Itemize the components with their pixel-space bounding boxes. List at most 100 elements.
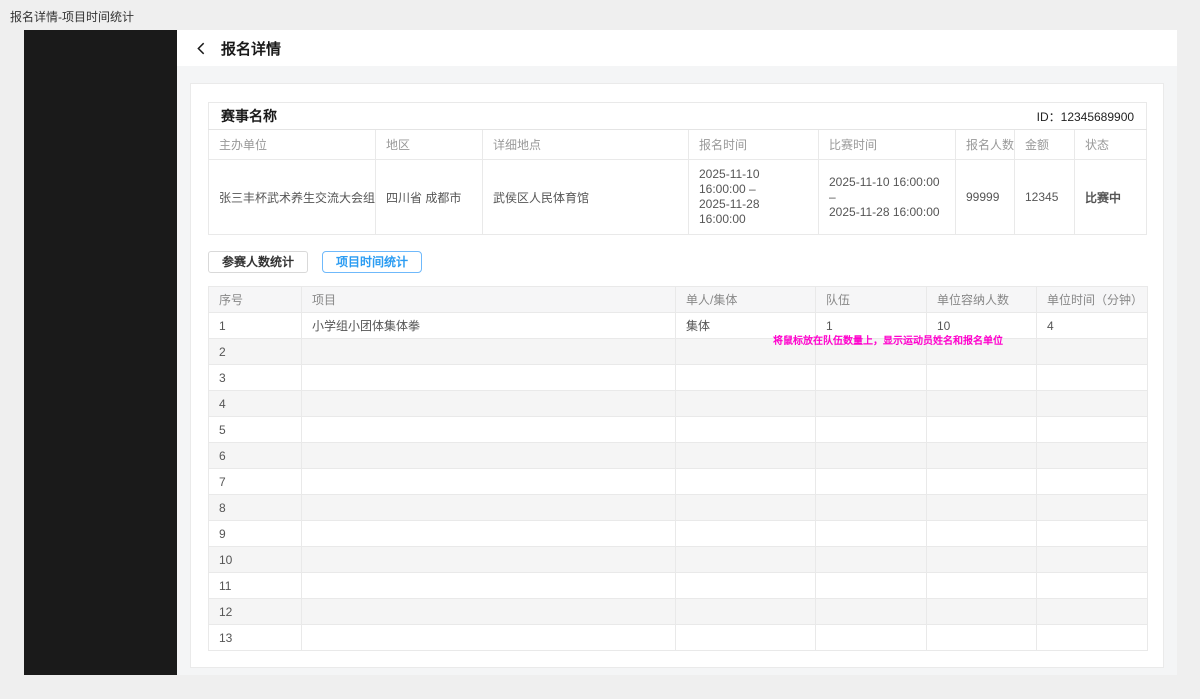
capacity-cell (927, 573, 1037, 599)
capacity-cell (927, 521, 1037, 547)
teams-cell (816, 417, 927, 443)
minutes-cell: 4 (1037, 313, 1148, 339)
capacity-cell (927, 391, 1037, 417)
column-header-teams: 队伍 (816, 287, 927, 313)
table-row: 11 (209, 573, 1148, 599)
index-cell: 7 (209, 469, 302, 495)
back-button[interactable] (194, 41, 209, 56)
signup-time-line2: 2025-11-28 16:00:00 (699, 197, 808, 227)
project-cell (302, 339, 676, 365)
tab-attendance-stats[interactable]: 参赛人数统计 (208, 251, 308, 273)
table-row: 2 (209, 339, 1148, 365)
type-cell (676, 573, 816, 599)
sidebar (24, 30, 177, 675)
capacity-cell (927, 417, 1037, 443)
event-card: 赛事名称 ID：12345689900 主办单位 地区 详细地点 报名时间 比赛… (190, 83, 1164, 668)
column-header-amount: 金额 (1015, 130, 1075, 160)
column-header-status: 状态 (1075, 130, 1147, 160)
capacity-cell (927, 625, 1037, 651)
column-header-match-time: 比赛时间 (819, 130, 956, 160)
capacity-cell (927, 339, 1037, 365)
match-time-line2: 2025-11-28 16:00:00 (829, 205, 945, 220)
match-time-line1: 2025-11-10 16:00:00 – (829, 175, 945, 205)
index-cell: 8 (209, 495, 302, 521)
table-row: 4 (209, 391, 1148, 417)
project-cell (302, 547, 676, 573)
table-row: 3 (209, 365, 1148, 391)
index-cell: 2 (209, 339, 302, 365)
type-cell (676, 443, 816, 469)
minutes-cell (1037, 391, 1148, 417)
signup-time-cell: 2025-11-10 16:00:00 – 2025-11-28 16:00:0… (689, 160, 819, 235)
column-header-signup-time: 报名时间 (689, 130, 819, 160)
event-title: 赛事名称 (221, 106, 277, 126)
event-data-row: 张三丰杯武术养生交流大会组委会 四川省 成都市 武侯区人民体育馆 2025-11… (209, 160, 1147, 235)
project-cell (302, 469, 676, 495)
stats-tabs: 参赛人数统计 项目时间统计 (208, 251, 1146, 273)
type-cell (676, 469, 816, 495)
index-cell: 9 (209, 521, 302, 547)
minutes-cell (1037, 573, 1148, 599)
type-cell (676, 547, 816, 573)
teams-cell (816, 469, 927, 495)
index-cell: 1 (209, 313, 302, 339)
chevron-left-icon (194, 41, 209, 56)
project-cell (302, 417, 676, 443)
teams-cell[interactable]: 1 (816, 313, 927, 339)
minutes-cell (1037, 469, 1148, 495)
event-id-label: ID： (1037, 110, 1061, 124)
project-cell (302, 443, 676, 469)
signup-count-cell: 99999 (956, 160, 1015, 235)
table-row: 12 (209, 599, 1148, 625)
column-header-organizer: 主办单位 (209, 130, 376, 160)
type-cell: 集体 (676, 313, 816, 339)
project-table-body: 1 小学组小团体集体拳 集体 1 10 4 2 3 4 5 6 (209, 313, 1148, 651)
project-table-wrap: 序号 项目 单人/集体 队伍 单位容纳人数 单位时间（分钟） 1 小学组小团体集… (208, 286, 1146, 651)
tab-project-time-stats[interactable]: 项目时间统计 (322, 251, 422, 273)
event-title-row: 赛事名称 ID：12345689900 (209, 103, 1147, 130)
main-content: 报名详情 赛事名称 ID：12345689900 主办单位 地区 详细地点 (177, 30, 1177, 675)
region-cell: 四川省 成都市 (376, 160, 483, 235)
index-cell: 5 (209, 417, 302, 443)
table-row: 13 (209, 625, 1148, 651)
minutes-cell (1037, 339, 1148, 365)
column-header-signup-count: 报名人数 (956, 130, 1015, 160)
index-cell: 4 (209, 391, 302, 417)
type-cell (676, 339, 816, 365)
event-id-value: 12345689900 (1061, 110, 1134, 124)
type-cell (676, 521, 816, 547)
capacity-cell (927, 365, 1037, 391)
column-header-capacity: 单位容纳人数 (927, 287, 1037, 313)
table-row: 1 小学组小团体集体拳 集体 1 10 4 (209, 313, 1148, 339)
index-cell: 11 (209, 573, 302, 599)
type-cell (676, 495, 816, 521)
project-cell (302, 521, 676, 547)
type-cell (676, 625, 816, 651)
index-cell: 10 (209, 547, 302, 573)
minutes-cell (1037, 443, 1148, 469)
table-row: 10 (209, 547, 1148, 573)
table-row: 5 (209, 417, 1148, 443)
minutes-cell (1037, 625, 1148, 651)
column-header-index: 序号 (209, 287, 302, 313)
column-header-venue: 详细地点 (483, 130, 689, 160)
column-header-minutes: 单位时间（分钟） (1037, 287, 1148, 313)
teams-cell (816, 365, 927, 391)
table-row: 9 (209, 521, 1148, 547)
minutes-cell (1037, 417, 1148, 443)
minutes-cell (1037, 365, 1148, 391)
header-bar: 报名详情 (177, 30, 1177, 66)
index-cell: 3 (209, 365, 302, 391)
teams-cell (816, 547, 927, 573)
project-cell (302, 391, 676, 417)
project-cell (302, 599, 676, 625)
index-cell: 6 (209, 443, 302, 469)
project-cell (302, 625, 676, 651)
capacity-cell (927, 599, 1037, 625)
capacity-cell (927, 443, 1037, 469)
teams-cell (816, 339, 927, 365)
type-cell (676, 365, 816, 391)
venue-cell: 武侯区人民体育馆 (483, 160, 689, 235)
table-row: 8 (209, 495, 1148, 521)
capacity-cell (927, 547, 1037, 573)
